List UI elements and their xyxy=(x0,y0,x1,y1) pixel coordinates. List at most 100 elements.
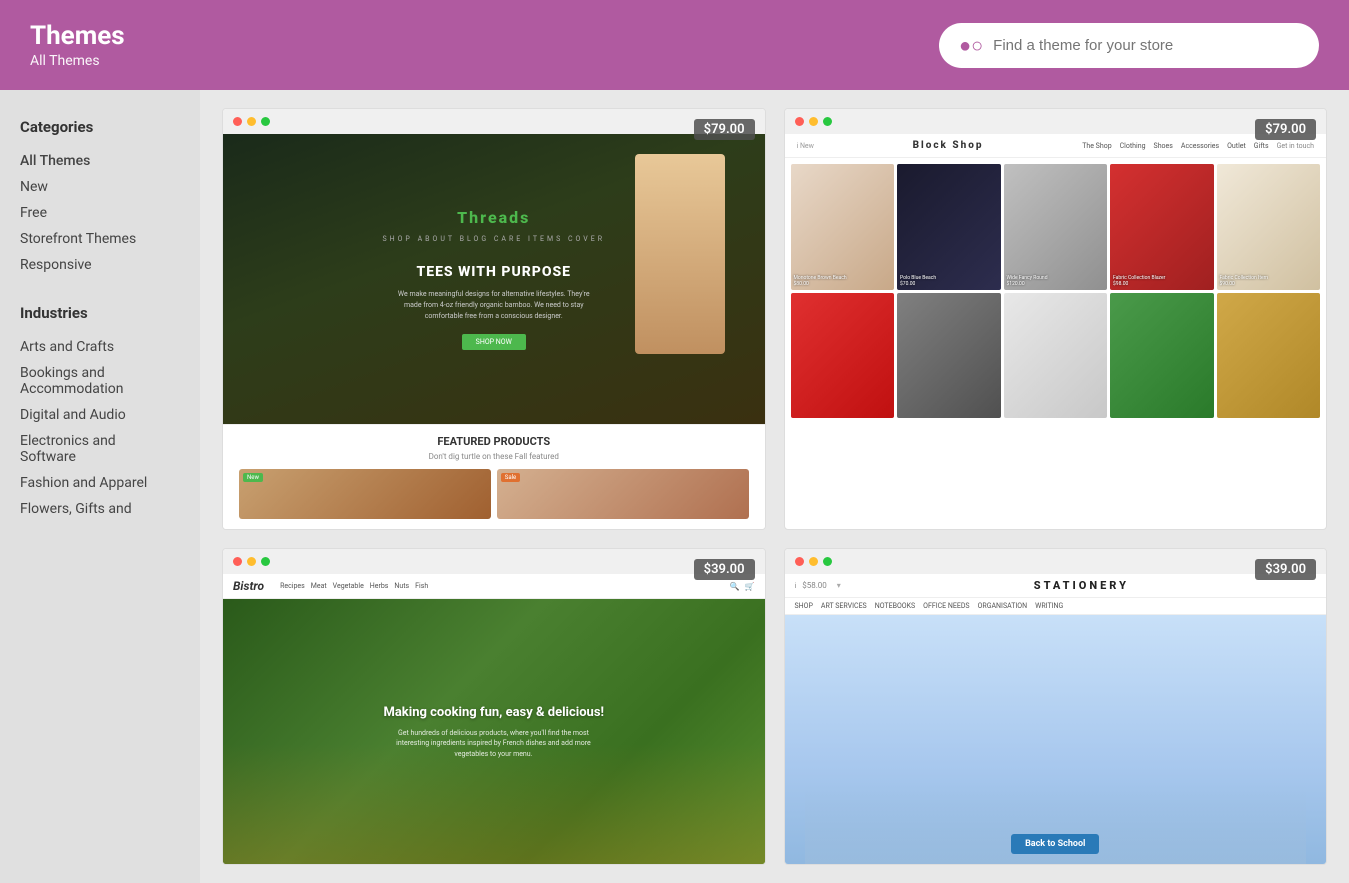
window-dots-bistro xyxy=(223,549,765,574)
stationery-breadcrumb: i xyxy=(795,582,797,590)
sidebar-item-all-themes[interactable]: All Themes xyxy=(20,148,180,174)
dot-yellow-2 xyxy=(809,117,818,126)
sidebar-item-electronics-and-software[interactable]: Electronics andSoftware xyxy=(20,428,180,470)
threads-logo: Threads xyxy=(457,208,530,227)
blockshop-cell-label-3: Wide Fancy Round$120.00 xyxy=(1007,275,1048,287)
blockshop-cell-label-4: Fabric Collection Blazer$98.00 xyxy=(1113,275,1165,287)
stationery-nav-link-1: SHOP xyxy=(795,602,813,610)
stationery-nav-link-4: OFFICE NEEDS xyxy=(923,602,969,610)
dot-green-4 xyxy=(823,557,832,566)
window-dots-threads xyxy=(223,109,765,134)
dot-red xyxy=(233,117,242,126)
sidebar-item-digital-and-audio[interactable]: Digital and Audio xyxy=(20,402,180,428)
blockshop-nav-link-6: Gifts xyxy=(1254,142,1269,150)
bistro-nav-link-2: Meat xyxy=(311,582,327,590)
bistro-nav-link-4: Herbs xyxy=(370,582,389,590)
categories-heading: Categories xyxy=(20,118,180,136)
sidebar-item-new[interactable]: New xyxy=(20,174,180,200)
dot-green-2 xyxy=(823,117,832,126)
stationery-nav-links: SHOP ART SERVICES NOTEBOOKS OFFICE NEEDS… xyxy=(785,598,1327,615)
window-dots-stationery xyxy=(785,549,1327,574)
theme-threads-preview: Threads SHOP ABOUT BLOG CARE ITEMS COVER… xyxy=(223,134,765,424)
bistro-nav-link-3: Vegetable xyxy=(333,582,364,590)
sidebar-item-storefront-themes[interactable]: Storefront Themes xyxy=(20,226,180,252)
dot-yellow-4 xyxy=(809,557,818,566)
blockshop-nav-link-1: The Shop xyxy=(1082,142,1111,150)
blockshop-nav: i New Block Shop The Shop Clothing Shoes… xyxy=(785,134,1327,158)
blockshop-cell-2: Polo Blue Beach$70.00 xyxy=(897,164,1001,290)
stationery-nav-link-3: NOTEBOOKS xyxy=(875,602,915,610)
cart-icon-bistro: 🛒 xyxy=(745,582,755,591)
bistro-nav-icons: 🔍 🛒 xyxy=(730,582,755,591)
threads-cta-btn: SHOP NOW xyxy=(462,334,526,350)
theme-card-bistro-inner: $39.00 Bistro Recipes Meat Vegetable Her… xyxy=(223,549,765,864)
price-badge-bistro: $39.00 xyxy=(694,559,755,580)
sidebar-item-fashion-and-apparel[interactable]: Fashion and Apparel xyxy=(20,470,180,496)
main-layout: Categories All Themes New Free Storefron… xyxy=(0,90,1349,883)
threads-hero-text: TEES WITH PURPOSE xyxy=(416,263,571,281)
stationery-hero: Back to School xyxy=(785,615,1327,864)
threads-featured-section: FEATURED PRODUCTS Don't dig turtle on th… xyxy=(223,424,765,529)
search-input[interactable] xyxy=(993,37,1299,54)
stationery-nav-top: i $58.00 ▾ STATIONERY xyxy=(785,574,1327,598)
blockshop-cell-3: Wide Fancy Round$120.00 xyxy=(1004,164,1108,290)
price-badge-blockshop: $79.00 xyxy=(1255,119,1316,140)
theme-card-stationery[interactable]: $39.00 i $58.00 ▾ STATIONERY xyxy=(784,548,1328,865)
header-subtitle: All Themes xyxy=(30,53,125,69)
search-bar: ●○ xyxy=(939,23,1319,68)
price-badge-threads: $79.00 xyxy=(694,119,755,140)
bistro-logo: Bistro xyxy=(233,579,264,593)
sidebar-item-free[interactable]: Free xyxy=(20,200,180,226)
theme-card-bistro[interactable]: $39.00 Bistro Recipes Meat Vegetable Her… xyxy=(222,548,766,865)
sidebar-item-arts-and-crafts[interactable]: Arts and Crafts xyxy=(20,334,180,360)
header: Themes All Themes ●○ xyxy=(0,0,1349,90)
theme-card-blockshop[interactable]: $79.00 i New Block Shop The Shop Clothin… xyxy=(784,108,1328,530)
stationery-select: ▾ xyxy=(837,581,841,590)
theme-card-threads[interactable]: $79.00 Threads SHOP ABOUT BLOG CARE ITEM… xyxy=(222,108,766,530)
dot-green xyxy=(261,117,270,126)
blockshop-cell-6 xyxy=(791,293,895,419)
theme-screenshot-threads: Threads SHOP ABOUT BLOG CARE ITEMS COVER… xyxy=(223,134,765,424)
sidebar: Categories All Themes New Free Storefron… xyxy=(0,90,200,883)
blockshop-cell-5: Fabric Collection Item$90.00 xyxy=(1217,164,1321,290)
window-dots-blockshop xyxy=(785,109,1327,134)
sidebar-divider xyxy=(20,278,180,300)
blockshop-nav-left: i New xyxy=(797,142,814,150)
sidebar-item-flowers-gifts-and[interactable]: Flowers, Gifts and xyxy=(20,496,180,522)
price-badge-stationery: $39.00 xyxy=(1255,559,1316,580)
bistro-hero-text: Making cooking fun, easy & delicious! xyxy=(383,704,604,722)
dot-red-2 xyxy=(795,117,804,126)
blockshop-nav-link-2: Clothing xyxy=(1120,142,1146,150)
bistro-hero: Making cooking fun, easy & delicious! Ge… xyxy=(223,599,765,864)
theme-card-blockshop-inner: $79.00 i New Block Shop The Shop Clothin… xyxy=(785,109,1327,424)
theme-screenshot-blockshop: i New Block Shop The Shop Clothing Shoes… xyxy=(785,134,1327,424)
threads-sub-text: We make meaningful designs for alternati… xyxy=(394,289,594,323)
theme-card-threads-inner: $79.00 Threads SHOP ABOUT BLOG CARE ITEM… xyxy=(223,109,765,529)
bistro-nav-links: Recipes Meat Vegetable Herbs Nuts Fish xyxy=(280,582,428,590)
stationery-nav-link-5: ORGANISATION xyxy=(978,602,1028,610)
theme-card-stationery-inner: $39.00 i $58.00 ▾ STATIONERY xyxy=(785,549,1327,864)
threads-person-image xyxy=(635,154,725,354)
blockshop-cell-10 xyxy=(1217,293,1321,419)
blockshop-cell-1: Monotone Brown Beach$80.00 xyxy=(791,164,895,290)
bistro-hero-sub: Get hundreds of delicious products, wher… xyxy=(383,728,603,760)
sidebar-item-bookings-and-accommodation[interactable]: Bookings andAccommodation xyxy=(20,360,180,402)
search-icon: ●○ xyxy=(959,33,983,58)
bistro-nav-link-6: Fish xyxy=(415,582,428,590)
sidebar-item-responsive[interactable]: Responsive xyxy=(20,252,180,278)
blockshop-cell-4: Fabric Collection Blazer$98.00 xyxy=(1110,164,1214,290)
theme-screenshot-bistro: Bistro Recipes Meat Vegetable Herbs Nuts… xyxy=(223,574,765,864)
stationery-logo: STATIONERY xyxy=(847,579,1316,592)
industries-heading: Industries xyxy=(20,304,180,322)
threads-badge-1: New xyxy=(243,473,263,482)
blockshop-cell-8 xyxy=(1004,293,1108,419)
theme-bistro-preview: Bistro Recipes Meat Vegetable Herbs Nuts… xyxy=(223,574,765,864)
threads-item-2: Sale xyxy=(497,469,749,519)
threads-nav: SHOP ABOUT BLOG CARE ITEMS COVER xyxy=(382,235,605,243)
threads-featured-title: FEATURED PRODUCTS xyxy=(239,435,749,448)
stationery-nav-link-6: WRITING xyxy=(1035,602,1063,610)
blockshop-cell-label-5: Fabric Collection Item$90.00 xyxy=(1220,275,1269,287)
bistro-nav-link-5: Nuts xyxy=(394,582,409,590)
blockshop-cell-9 xyxy=(1110,293,1214,419)
blockshop-nav-link-5: Outlet xyxy=(1227,142,1246,150)
